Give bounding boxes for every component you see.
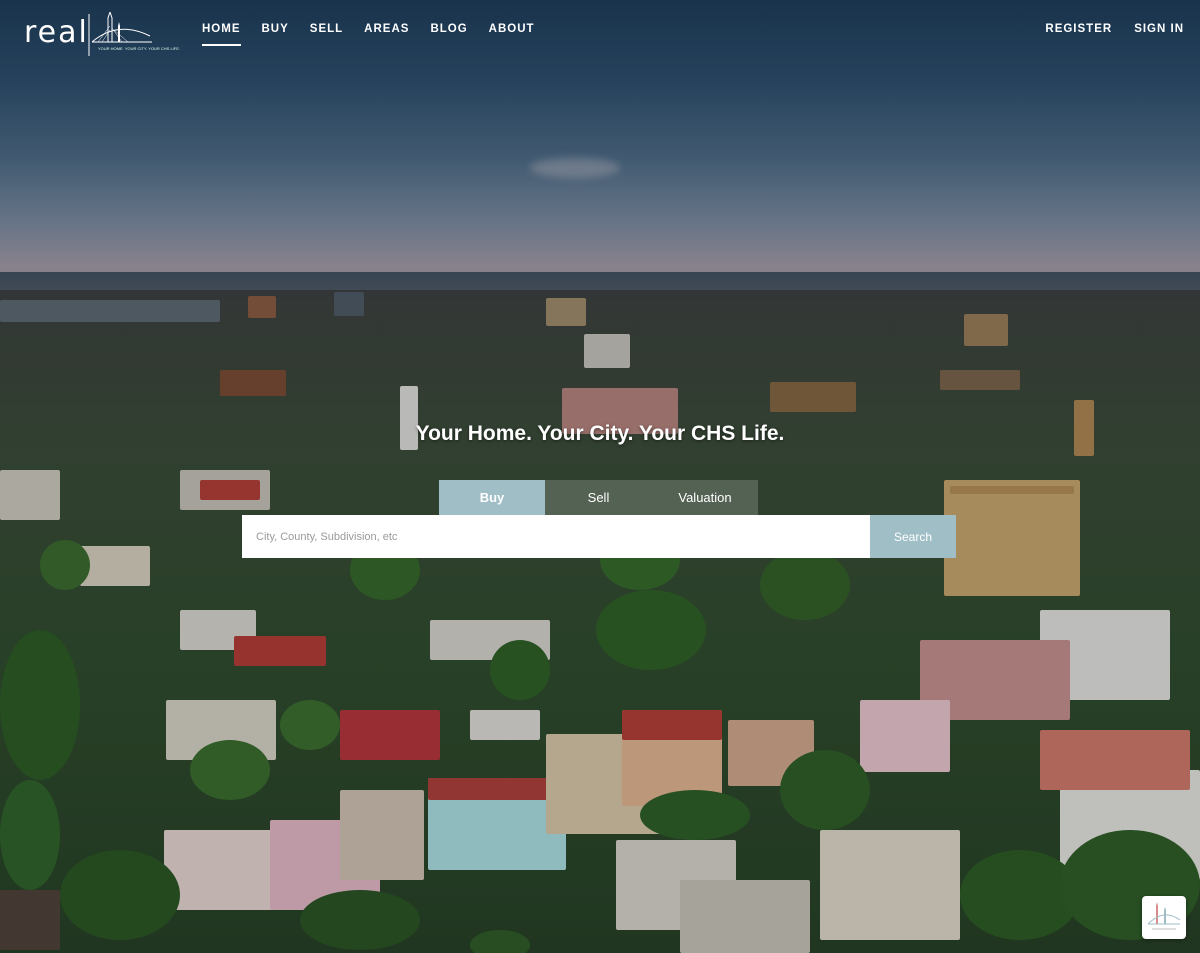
site-header: real YOUR HOME. YOUR CITY. YOUR CHS LIFE…	[0, 0, 1200, 70]
main-nav: HOME BUY SELL AREAS BLOG ABOUT	[202, 22, 556, 46]
auth-links: REGISTER SIGN IN	[1023, 22, 1184, 36]
search-bar: Search	[242, 515, 956, 558]
nav-item-about[interactable]: ABOUT	[489, 22, 535, 36]
tab-valuation[interactable]: Valuation	[652, 480, 758, 515]
nav-item-buy[interactable]: BUY	[262, 22, 289, 36]
logo-tagline: YOUR HOME. YOUR CITY. YOUR CHS LIFE.	[98, 46, 181, 51]
badge-logo-icon	[1147, 902, 1181, 930]
dark-overlay	[0, 0, 1200, 953]
search-button[interactable]: Search	[870, 515, 956, 558]
register-link[interactable]: REGISTER	[1045, 22, 1112, 36]
hero-background-image	[0, 0, 1200, 953]
site-logo[interactable]: real YOUR HOME. YOUR CITY. YOUR CHS LIFE…	[24, 12, 180, 58]
logo-wordmark: real	[24, 15, 89, 50]
tab-buy[interactable]: Buy	[439, 480, 545, 515]
site-badge-icon[interactable]	[1142, 896, 1186, 939]
nav-item-blog[interactable]: BLOG	[430, 22, 467, 36]
hero-headline: Your Home. Your City. Your CHS Life.	[415, 422, 785, 445]
nav-item-home[interactable]: HOME	[202, 22, 241, 46]
search-tabs: Buy Sell Valuation	[439, 480, 758, 515]
nav-item-areas[interactable]: AREAS	[364, 22, 409, 36]
tab-sell[interactable]: Sell	[545, 480, 652, 515]
sign-in-link[interactable]: SIGN IN	[1134, 22, 1184, 36]
bridge-steeple-logo-icon	[88, 12, 152, 56]
search-input[interactable]	[242, 515, 870, 558]
nav-item-sell[interactable]: SELL	[310, 22, 343, 36]
